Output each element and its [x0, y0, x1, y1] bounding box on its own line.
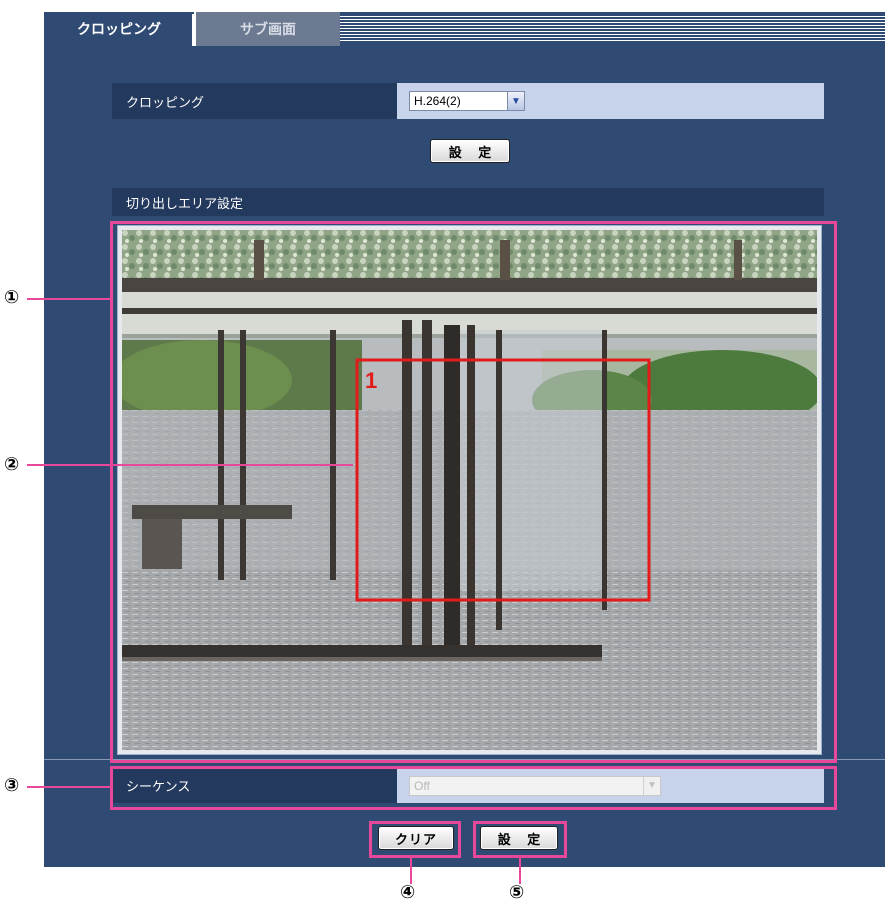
tab-sub-screen[interactable]: サブ画面: [194, 12, 340, 46]
tab-bar-decoration: [340, 16, 885, 42]
callout-4: ④: [400, 882, 416, 903]
leader-line-3: [27, 786, 111, 788]
leader-line-5: [519, 858, 521, 884]
cropping-select-value: H.264(2): [414, 94, 461, 108]
chevron-down-icon: ▼: [507, 92, 524, 110]
leader-line-1: [27, 298, 111, 300]
callout-1: ①: [4, 287, 20, 308]
callout-box-set: [473, 821, 567, 858]
area-settings-header: 切り出しエリア設定: [112, 188, 824, 216]
set-button-top[interactable]: 設 定: [430, 139, 510, 163]
cropping-label: クロッピング: [112, 83, 397, 119]
callout-3: ③: [4, 775, 20, 796]
leader-line-4: [410, 858, 412, 884]
callout-box-image: [110, 221, 837, 763]
cropping-value-cell: H.264(2) ▼: [397, 83, 824, 119]
callout-5: ⑤: [509, 882, 525, 903]
tab-strip: クロッピング サブ画面: [44, 12, 885, 46]
callout-2: ②: [4, 454, 20, 475]
leader-line-2: [27, 464, 353, 466]
tab-cropping[interactable]: クロッピング: [44, 12, 194, 46]
callout-box-clear: [369, 821, 461, 858]
cropping-row: クロッピング H.264(2) ▼: [112, 83, 824, 119]
callout-box-sequence: [110, 766, 837, 810]
cropping-select[interactable]: H.264(2) ▼: [409, 91, 525, 111]
